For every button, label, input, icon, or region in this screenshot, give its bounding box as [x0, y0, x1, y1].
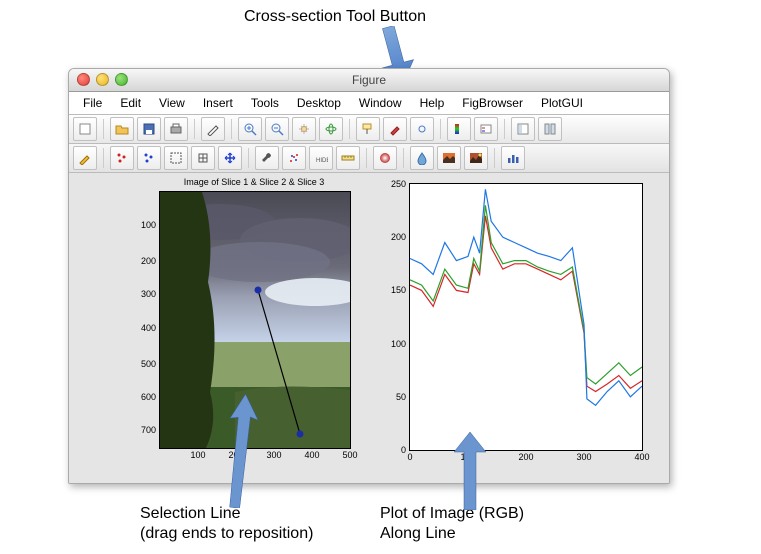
close-icon[interactable]	[77, 73, 90, 86]
rotate-3d-button[interactable]	[319, 117, 343, 141]
titlebar[interactable]: Figure	[69, 69, 669, 92]
menu-help[interactable]: Help	[412, 94, 453, 112]
separator	[440, 119, 441, 139]
menu-insert[interactable]: Insert	[195, 94, 241, 112]
tool-hide-button[interactable]: HIDE	[309, 146, 333, 170]
xtick: 500	[342, 448, 357, 460]
menu-file[interactable]: File	[75, 94, 110, 112]
xtick: 400	[304, 448, 319, 460]
show-plot-tools-button[interactable]	[538, 117, 562, 141]
annotation-plot-2: Along Line	[380, 525, 456, 543]
cross-section-tool-button[interactable]	[464, 146, 488, 170]
zoom-icon[interactable]	[115, 73, 128, 86]
ytick: 100	[141, 220, 160, 230]
left-axes-title: Image of Slice 1 & Slice 2 & Slice 3	[159, 177, 349, 187]
ytick: 300	[141, 289, 160, 299]
insert-colorbar-button[interactable]	[447, 117, 471, 141]
tool-select-button[interactable]	[164, 146, 188, 170]
tool-wrench-button[interactable]	[255, 146, 279, 170]
xtick: 400	[634, 450, 649, 462]
rgb-profile-plot	[410, 184, 642, 450]
new-figure-button[interactable]	[73, 117, 97, 141]
annotation-cross-section-tool: Cross-section Tool Button	[244, 8, 426, 26]
figure-area: Image of Slice 1 & Slice 2 & Slice 3	[69, 173, 669, 483]
separator	[494, 148, 495, 168]
ytick: 600	[141, 392, 160, 402]
minimize-icon[interactable]	[96, 73, 109, 86]
separator	[103, 148, 104, 168]
menu-view[interactable]: View	[151, 94, 193, 112]
ytick: 400	[141, 323, 160, 333]
separator	[504, 119, 505, 139]
menu-tools[interactable]: Tools	[243, 94, 287, 112]
menu-plotgui[interactable]: PlotGUI	[533, 94, 591, 112]
separator	[248, 148, 249, 168]
selection-handle-end[interactable]	[297, 431, 304, 438]
selection-handle-start[interactable]	[255, 287, 262, 294]
data-cursor-button[interactable]	[356, 117, 380, 141]
tool-teardrop-button[interactable]	[410, 146, 434, 170]
tool-ruler-button[interactable]	[336, 146, 360, 170]
ytick: 500	[141, 359, 160, 369]
xtick: 300	[576, 450, 591, 462]
zoom-out-button[interactable]	[265, 117, 289, 141]
ytick: 50	[396, 392, 410, 402]
ytick: 150	[391, 285, 410, 295]
tool-red-dots-button[interactable]	[110, 146, 134, 170]
toolbar-custom: HIDE	[69, 144, 669, 173]
open-button[interactable]	[110, 117, 134, 141]
pan-button[interactable]	[292, 117, 316, 141]
xtick: 0	[407, 450, 412, 462]
tool-grid-button[interactable]	[191, 146, 215, 170]
annotation-selection-line-2: (drag ends to reposition)	[140, 525, 313, 543]
save-button[interactable]	[137, 117, 161, 141]
menu-desktop[interactable]: Desktop	[289, 94, 349, 112]
tool-landscape-button[interactable]	[437, 146, 461, 170]
xtick: 300	[266, 448, 281, 460]
ytick: 200	[391, 232, 410, 242]
ytick: 100	[391, 339, 410, 349]
left-axes-wrap: Image of Slice 1 & Slice 2 & Slice 3	[129, 177, 349, 187]
menu-edit[interactable]: Edit	[112, 94, 149, 112]
xtick: 100	[190, 448, 205, 460]
tool-blue-dots-button[interactable]	[137, 146, 161, 170]
ytick: 700	[141, 425, 160, 435]
separator	[366, 148, 367, 168]
ytick: 200	[141, 256, 160, 266]
arrow-to-selection-line	[216, 388, 266, 508]
tool-pencil-button[interactable]	[73, 146, 97, 170]
tool-bar-chart-button[interactable]	[501, 146, 525, 170]
menubar: File Edit View Insert Tools Desktop Wind…	[69, 92, 669, 115]
separator	[103, 119, 104, 139]
toolbar-main	[69, 115, 669, 144]
insert-legend-button[interactable]	[474, 117, 498, 141]
separator	[231, 119, 232, 139]
svg-text:HIDE: HIDE	[316, 158, 328, 164]
tool-scatter-button[interactable]	[282, 146, 306, 170]
figure-window: Figure File Edit View Insert Tools Deskt…	[68, 68, 670, 484]
hide-plot-tools-button[interactable]	[511, 117, 535, 141]
separator	[349, 119, 350, 139]
ytick: 250	[391, 179, 410, 189]
tool-colorwheel-button[interactable]	[373, 146, 397, 170]
menu-window[interactable]: Window	[351, 94, 410, 112]
separator	[403, 148, 404, 168]
separator	[194, 119, 195, 139]
arrow-to-plot	[450, 430, 490, 510]
zoom-in-button[interactable]	[238, 117, 262, 141]
plot-axes[interactable]: 0 50 100 150 200 250 0 100 200 300 400	[409, 183, 643, 451]
edit-plot-button[interactable]	[201, 117, 225, 141]
brush-button[interactable]	[383, 117, 407, 141]
tool-expand-button[interactable]	[218, 146, 242, 170]
xtick: 200	[518, 450, 533, 462]
link-button[interactable]	[410, 117, 434, 141]
print-button[interactable]	[164, 117, 188, 141]
window-title: Figure	[69, 69, 669, 91]
menu-figbrowser[interactable]: FigBrowser	[454, 94, 531, 112]
